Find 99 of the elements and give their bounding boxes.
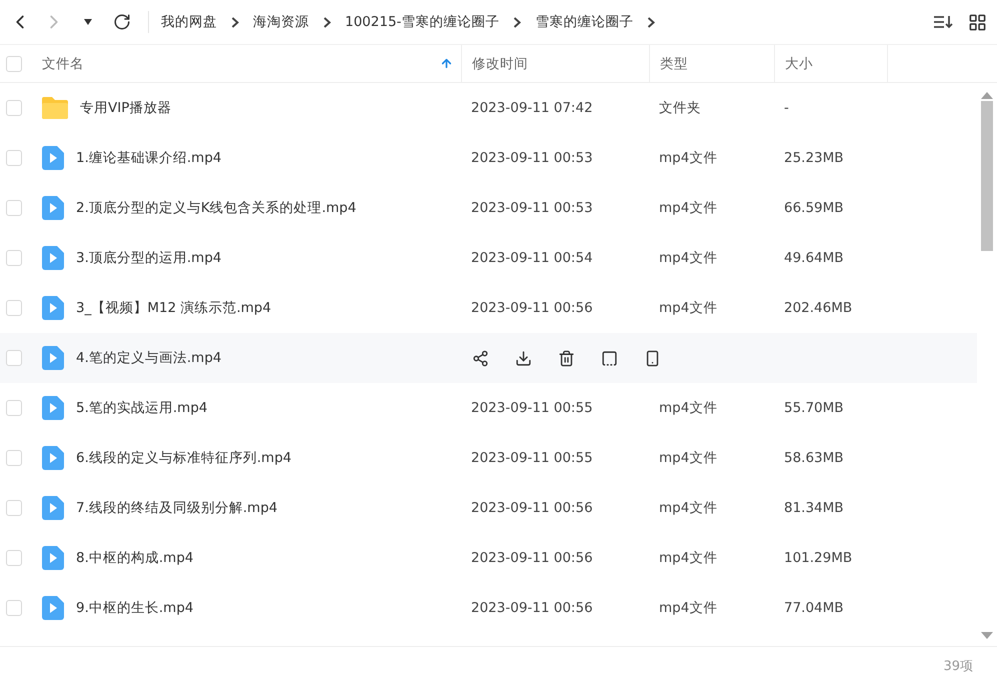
file-name[interactable]: 专用VIP播放器	[80, 99, 172, 117]
video-file-icon	[42, 396, 64, 420]
folder-icon	[42, 97, 68, 119]
chevron-icon	[647, 16, 656, 28]
file-size: -	[783, 100, 790, 116]
modified-time: 2023-09-11 07:42	[470, 100, 594, 116]
file-row[interactable]: 4.笔的定义与画法.mp4	[0, 333, 977, 383]
file-name[interactable]: 5.笔的实战运用.mp4	[76, 399, 208, 417]
scroll-up-icon[interactable]	[981, 91, 993, 99]
video-file-icon	[42, 146, 64, 170]
file-size: 77.04MB	[783, 600, 845, 616]
file-type: mp4文件	[658, 449, 718, 467]
chevron-icon	[513, 16, 522, 28]
row-checkbox[interactable]	[6, 600, 22, 616]
file-row[interactable]: 6.线段的定义与标准特征序列.mp4 2023-09-11 00:55 mp4文件 58.63MB	[0, 433, 977, 483]
file-name[interactable]: 9.中枢的生长.mp4	[76, 599, 194, 617]
file-type: mp4文件	[658, 199, 718, 217]
refresh-icon	[113, 13, 131, 31]
modified-time: 2023-09-11 00:56	[470, 600, 594, 616]
file-row[interactable]: 3_【视频】M12 演练示范.mp4 2023-09-11 00:56 mp4文件 202.46MB	[0, 283, 977, 333]
video-file-icon	[42, 496, 64, 520]
file-size: 81.34MB	[783, 500, 845, 516]
file-name[interactable]: 4.笔的定义与画法.mp4	[76, 349, 222, 367]
breadcrumb-link[interactable]: 我的网盘	[161, 13, 217, 31]
file-type: mp4文件	[658, 599, 718, 617]
grid-icon	[968, 12, 986, 32]
video-file-icon	[42, 296, 64, 320]
download-icon	[514, 350, 532, 366]
row-checkbox[interactable]	[6, 150, 22, 166]
file-type: mp4文件	[658, 549, 718, 567]
row-checkbox[interactable]	[6, 400, 22, 416]
breadcrumb-link[interactable]: 雪寒的缠论圈子	[535, 13, 634, 31]
modified-time: 2023-09-11 00:53	[470, 200, 594, 216]
file-type: mp4文件	[658, 299, 718, 317]
chevron-icon	[323, 16, 331, 28]
modified-time: 2023-09-11 00:54	[470, 250, 594, 266]
file-row[interactable]: 专用VIP播放器 2023-09-11 07:42 文件夹 -	[0, 83, 977, 133]
file-type: mp4文件	[658, 249, 718, 267]
file-name[interactable]: 2.顶底分型的定义与K线包含关系的处理.mp4	[76, 199, 356, 217]
modified-time: 2023-09-11 00:55	[470, 400, 594, 416]
video-file-icon	[42, 446, 64, 470]
video-file-icon	[42, 596, 64, 620]
file-name[interactable]: 3_【视频】M12 演练示范.mp4	[76, 299, 272, 317]
file-type: mp4文件	[658, 149, 718, 167]
row-checkbox[interactable]	[6, 200, 22, 216]
file-row[interactable]: 9.中枢的生长.mp4 2023-09-11 00:56 mp4文件 77.04MB	[0, 583, 977, 633]
file-row[interactable]: 1.缠论基础课介绍.mp4 2023-09-11 00:53 mp4文件 25.23MB	[0, 133, 977, 183]
row-checkbox[interactable]	[6, 350, 22, 366]
breadcrumb-link[interactable]: 100215-雪寒的缠论圈子	[345, 13, 500, 31]
caret-icon	[83, 18, 93, 26]
file-name[interactable]: 6.线段的定义与标准特征序列.mp4	[76, 449, 292, 467]
column-header[interactable]: 文件名	[42, 54, 428, 72]
sort-icon	[933, 14, 953, 30]
column-header[interactable]: 类型	[649, 45, 774, 82]
row-checkbox[interactable]	[6, 300, 22, 316]
file-row[interactable]: 3.顶底分型的运用.mp4 2023-09-11 00:54 mp4文件 49.64MB	[0, 233, 977, 283]
file-size: 202.46MB	[783, 300, 854, 316]
file-size: 49.64MB	[783, 250, 845, 266]
breadcrumb-link[interactable]: 海淘资源	[253, 13, 309, 31]
modified-time: 2023-09-11 00:55	[470, 450, 594, 466]
column-header[interactable]: 修改时间	[461, 45, 649, 82]
file-size: 25.23MB	[783, 150, 845, 166]
file-size: 66.59MB	[783, 200, 845, 216]
modified-time: 2023-09-11 00:56	[470, 550, 594, 566]
column-header[interactable]: 大小	[774, 45, 887, 82]
row-checkbox[interactable]	[6, 250, 22, 266]
row-checkbox[interactable]	[6, 450, 22, 466]
file-name[interactable]: 1.缠论基础课介绍.mp4	[76, 149, 222, 167]
scroll-down-icon[interactable]	[981, 632, 993, 640]
modified-time: 2023-09-11 00:56	[470, 300, 594, 316]
scrollbar-thumb[interactable]	[981, 101, 993, 251]
select-all-checkbox[interactable]	[6, 56, 22, 72]
modified-time: 2023-09-11 00:56	[470, 500, 594, 516]
file-name[interactable]: 7.线段的终结及同级别分解.mp4	[76, 499, 278, 517]
file-name[interactable]: 3.顶底分型的运用.mp4	[76, 249, 222, 267]
video-file-icon	[42, 546, 64, 570]
video-file-icon	[42, 246, 64, 270]
file-type: 文件夹	[658, 99, 702, 117]
row-checkbox[interactable]	[6, 550, 22, 566]
chevron-icon	[231, 16, 239, 28]
file-type: mp4文件	[658, 499, 718, 517]
file-size: 101.29MB	[783, 550, 854, 566]
file-size: 55.70MB	[783, 400, 845, 416]
share-icon	[472, 350, 488, 366]
file-row[interactable]: 5.笔的实战运用.mp4 2023-09-11 00:55 mp4文件 55.70MB	[0, 383, 977, 433]
file-type: mp4文件	[658, 399, 718, 417]
row-checkbox[interactable]	[6, 100, 22, 116]
file-size: 58.63MB	[783, 450, 845, 466]
file-row[interactable]: 8.中枢的构成.mp4 2023-09-11 00:56 mp4文件 101.29MB	[0, 533, 977, 583]
video-file-icon	[42, 346, 64, 370]
trash-icon	[558, 350, 574, 366]
file-row[interactable]: 7.线段的终结及同级别分解.mp4 2023-09-11 00:56 mp4文件 81.34MB	[0, 483, 977, 533]
file-name[interactable]: 8.中枢的构成.mp4	[76, 549, 194, 567]
item-count: 39项	[943, 658, 973, 675]
modified-time: 2023-09-11 00:53	[470, 150, 594, 166]
video-file-icon	[42, 196, 64, 220]
text-box-icon	[600, 350, 618, 366]
file-row[interactable]: 2.顶底分型的定义与K线包含关系的处理.mp4 2023-09-11 00:53 mp4文件 66.59MB	[0, 183, 977, 233]
row-checkbox[interactable]	[6, 500, 22, 516]
